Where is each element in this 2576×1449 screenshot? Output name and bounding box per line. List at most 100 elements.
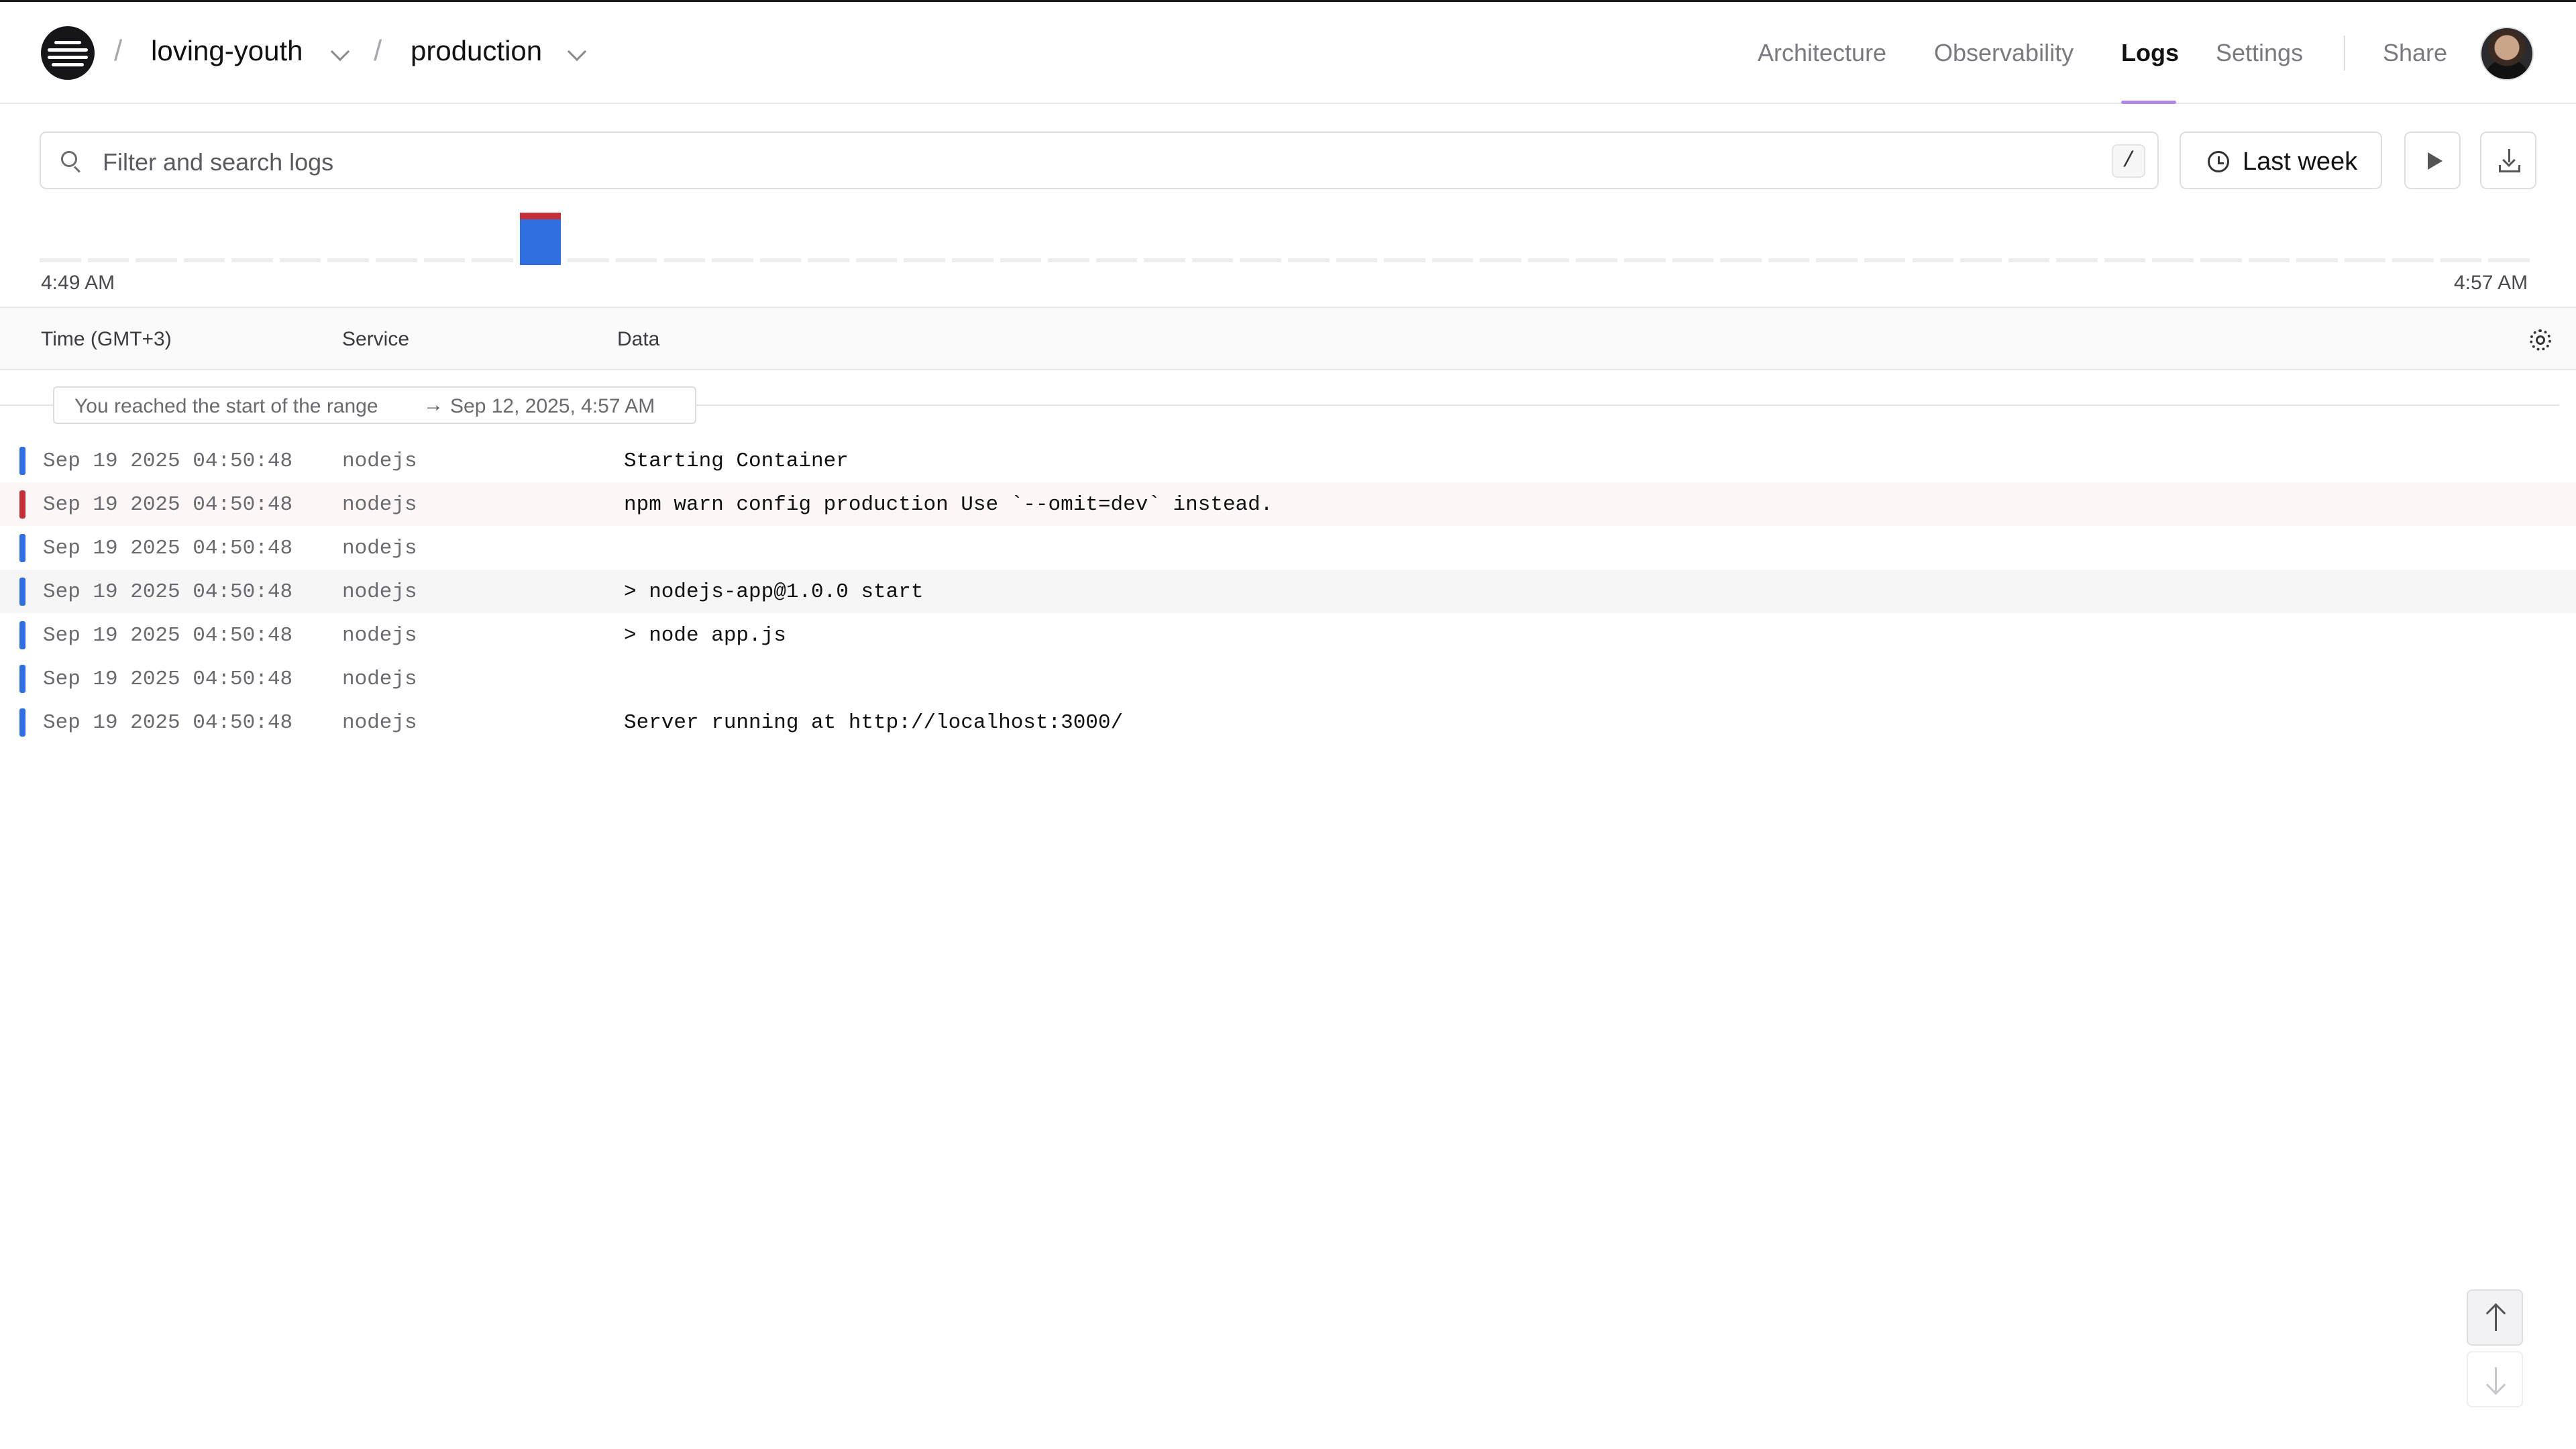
- histogram-bar-empty[interactable]: [327, 258, 370, 262]
- histogram-bar-empty[interactable]: [231, 258, 273, 262]
- histogram-bar-empty[interactable]: [2152, 258, 2194, 262]
- live-tail-button[interactable]: [2404, 131, 2461, 189]
- histogram-bar-empty[interactable]: [1240, 258, 1281, 262]
- user-avatar[interactable]: [2480, 27, 2534, 80]
- histogram-bar-empty[interactable]: [136, 258, 177, 262]
- histogram-bar-empty[interactable]: [1624, 258, 1666, 262]
- range-start-notice[interactable]: You reached the start of the range → Sep…: [53, 386, 696, 424]
- histogram-bar-empty[interactable]: [1576, 258, 1618, 262]
- histogram-bar-empty[interactable]: [1144, 258, 1185, 262]
- column-header-time[interactable]: Time (GMT+3): [41, 328, 172, 351]
- log-row[interactable]: Sep 19 2025 04:50:48 nodejs: [0, 657, 2576, 700]
- histogram-bar-empty[interactable]: [183, 258, 225, 262]
- histogram-bar-empty[interactable]: [2200, 258, 2242, 262]
- project-chevron-down-icon[interactable]: [330, 42, 350, 62]
- download-icon: [2499, 149, 2520, 173]
- scroll-to-top-button[interactable]: [2467, 1289, 2523, 1346]
- histogram-bar-empty[interactable]: [1336, 258, 1378, 262]
- histogram-bar-empty[interactable]: [2056, 258, 2098, 262]
- histogram-bar-empty[interactable]: [40, 258, 81, 262]
- log-row[interactable]: Sep 19 2025 04:50:48 nodejs: [0, 526, 2576, 570]
- histogram-bar-empty[interactable]: [1384, 258, 1426, 262]
- time-range-button[interactable]: Last week: [2180, 131, 2382, 189]
- log-time: Sep 19 2025 04:50:48: [43, 711, 293, 735]
- histogram-bar-empty[interactable]: [1816, 258, 1858, 262]
- time-range-label: Last week: [2243, 148, 2358, 176]
- histogram-bar-empty[interactable]: [615, 258, 657, 262]
- histogram-bar-empty[interactable]: [423, 258, 466, 262]
- histogram-bar-empty[interactable]: [904, 258, 945, 262]
- histogram-bar-empty[interactable]: [1048, 258, 1089, 262]
- log-time: Sep 19 2025 04:50:48: [43, 624, 293, 647]
- histogram-bar-empty[interactable]: [2008, 258, 2050, 262]
- histogram-bar-empty[interactable]: [1480, 258, 1521, 262]
- histogram-bar-empty[interactable]: [2248, 258, 2290, 262]
- histogram-bar-empty[interactable]: [87, 258, 129, 262]
- histogram-bar-empty[interactable]: [472, 258, 513, 262]
- histogram-bar-empty[interactable]: [663, 258, 706, 262]
- histogram-bar-empty[interactable]: [855, 258, 898, 262]
- breadcrumb-environment[interactable]: production: [411, 35, 542, 67]
- download-logs-button[interactable]: [2480, 131, 2536, 189]
- histogram-bar-empty[interactable]: [1864, 258, 1906, 262]
- nav-divider: [2344, 36, 2345, 70]
- log-row[interactable]: Sep 19 2025 04:50:48 nodejs > node app.j…: [0, 613, 2576, 657]
- nav-settings[interactable]: Settings: [2216, 39, 2303, 67]
- log-histogram[interactable]: [40, 201, 2536, 265]
- scroll-to-bottom-button[interactable]: [2467, 1351, 2523, 1407]
- histogram-bar-empty[interactable]: [2296, 258, 2338, 262]
- histogram-bar-empty[interactable]: [1672, 258, 1714, 262]
- log-data: Starting Container: [624, 449, 849, 473]
- log-search-input[interactable]: Filter and search logs /: [40, 131, 2159, 189]
- histogram-bar-empty[interactable]: [1432, 258, 1474, 262]
- gear-icon[interactable]: [2530, 329, 2551, 351]
- histogram-bar-empty[interactable]: [1000, 258, 1042, 262]
- nav-logs[interactable]: Logs: [2121, 39, 2179, 67]
- nav-architecture[interactable]: Architecture: [1758, 39, 1886, 67]
- histogram-bar-empty[interactable]: [1768, 258, 1810, 262]
- histogram-bar-empty[interactable]: [1191, 258, 1234, 262]
- log-data: > node app.js: [624, 624, 786, 647]
- log-service: nodejs: [342, 537, 417, 560]
- histogram-bar-empty[interactable]: [568, 258, 609, 262]
- environment-chevron-down-icon[interactable]: [567, 42, 587, 62]
- log-row[interactable]: Sep 19 2025 04:50:48 nodejs Starting Con…: [0, 439, 2576, 482]
- log-row[interactable]: Sep 19 2025 04:50:48 nodejs Server runni…: [0, 700, 2576, 744]
- histogram-bar-empty[interactable]: [712, 258, 753, 262]
- histogram-bar-empty[interactable]: [2104, 258, 2146, 262]
- histogram-bar-empty[interactable]: [376, 258, 417, 262]
- histogram-bar-empty[interactable]: [2488, 258, 2530, 262]
- active-tab-indicator: [2121, 101, 2176, 104]
- log-row[interactable]: Sep 19 2025 04:50:48 nodejs > nodejs-app…: [0, 570, 2576, 613]
- breadcrumb-project[interactable]: loving-youth: [151, 35, 303, 67]
- nav-observability[interactable]: Observability: [1934, 39, 2074, 67]
- histogram-bar-empty[interactable]: [1288, 258, 1330, 262]
- histogram-bar-empty[interactable]: [2392, 258, 2434, 262]
- histogram-bar-empty[interactable]: [2440, 258, 2482, 262]
- histogram-bar-empty[interactable]: [1527, 258, 1570, 262]
- histogram-bar-empty[interactable]: [1095, 258, 1138, 262]
- column-header-data[interactable]: Data: [617, 328, 659, 351]
- histogram-bar-error[interactable]: [519, 213, 561, 219]
- share-button[interactable]: Share: [2383, 39, 2447, 67]
- histogram-bar-empty[interactable]: [1720, 258, 1762, 262]
- log-data: Server running at http://localhost:3000/: [624, 711, 1124, 735]
- histogram-bar-empty[interactable]: [759, 258, 802, 262]
- app-logo-icon[interactable]: [41, 26, 95, 80]
- column-header-service[interactable]: Service: [342, 328, 409, 351]
- log-data: npm warn config production Use `--omit=d…: [624, 493, 1273, 517]
- severity-indicator: [19, 534, 25, 562]
- histogram-bar-empty[interactable]: [2344, 258, 2386, 262]
- range-start-date: Sep 12, 2025, 4:57 AM: [450, 395, 655, 417]
- search-icon: [61, 151, 81, 173]
- histogram-bar-empty[interactable]: [808, 258, 849, 262]
- histogram-bar-empty[interactable]: [951, 258, 994, 262]
- histogram-bar-empty[interactable]: [1912, 258, 1954, 262]
- log-row[interactable]: Sep 19 2025 04:50:48 nodejs npm warn con…: [0, 482, 2576, 526]
- log-time: Sep 19 2025 04:50:48: [43, 580, 293, 604]
- histogram-bar-empty[interactable]: [1960, 258, 2002, 262]
- histogram-bar-info[interactable]: [519, 219, 561, 265]
- log-service: nodejs: [342, 711, 417, 735]
- histogram-bar-empty[interactable]: [279, 258, 321, 262]
- log-table-header: Time (GMT+3) Service Data: [0, 307, 2576, 370]
